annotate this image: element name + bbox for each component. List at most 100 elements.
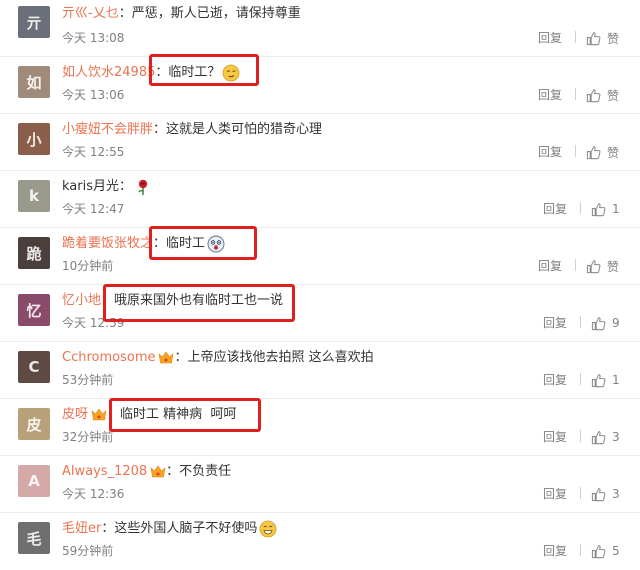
like-count: 9	[612, 316, 620, 330]
comment-row: 小 小瘦妞不会胖胖：这就是人类可怕的猎奇心理 今天 12:55 回复 赞	[0, 114, 640, 171]
like-button[interactable]: 5	[591, 542, 620, 560]
avatar-image: 小	[18, 123, 50, 155]
thumbs-up-icon	[591, 430, 606, 444]
comment-time: 今天 12:47	[62, 202, 125, 216]
comment-text: 严惩，斯人已逝，请保持尊重	[131, 6, 301, 21]
reply-button[interactable]: 回复	[543, 315, 567, 331]
action-divider	[575, 259, 576, 271]
action-divider	[580, 544, 581, 556]
grin-sweat-emoji-icon	[259, 520, 277, 538]
avatar[interactable]: A	[18, 465, 50, 497]
comment-list: 亓 亓巛-乂乜：严惩，斯人已逝，请保持尊重 今天 13:08 回复 赞 如 如人…	[0, 0, 640, 567]
username-link[interactable]: Cchromosome	[62, 348, 155, 368]
action-divider	[575, 145, 576, 157]
username-link[interactable]: 亓巛-乂乜	[62, 4, 119, 24]
vip-badge-icon	[159, 351, 174, 364]
like-button[interactable]: 9	[591, 314, 620, 332]
username-link[interactable]: 如人饮水24985	[62, 63, 155, 83]
avatar[interactable]: k	[18, 180, 50, 212]
shocked-emoji-icon	[207, 235, 225, 253]
username-link[interactable]: 毛妞er	[62, 519, 101, 539]
comment-row: 跪 跪着要饭张牧之：临时工 10分钟前 回复 赞	[0, 228, 640, 285]
comment-text: 临时工？	[168, 65, 221, 80]
colon-separator: ：	[119, 179, 133, 194]
avatar[interactable]: 毛	[18, 522, 50, 554]
avatar[interactable]: 跪	[18, 237, 50, 269]
comment-row: 亓 亓巛-乂乜：严惩，斯人已逝，请保持尊重 今天 13:08 回复 赞	[0, 0, 640, 57]
avatar[interactable]: C	[18, 351, 50, 383]
thumbs-up-icon	[591, 316, 606, 330]
username-link[interactable]: 皮呀	[62, 405, 88, 425]
username-link[interactable]: 忆小地	[62, 291, 101, 311]
like-button[interactable]: 3	[591, 428, 620, 446]
like-button[interactable]: 1	[591, 371, 620, 389]
comment-time: 今天 13:06	[62, 88, 125, 102]
reply-button[interactable]: 回复	[538, 30, 562, 46]
comment-row: A Always_1208 ：不负责任 今天 12:36 回复 3	[0, 456, 640, 513]
like-button[interactable]: 赞	[586, 86, 619, 104]
like-button[interactable]: 赞	[586, 143, 619, 161]
username-link[interactable]: 小瘦妞不会胖胖	[62, 120, 153, 140]
action-divider	[580, 430, 581, 442]
comment-row: k karis月光： 今天 12:47 回复 1	[0, 171, 640, 228]
comment-line: 跪着要饭张牧之：临时工	[62, 234, 622, 254]
reply-button[interactable]: 回复	[538, 144, 562, 160]
thumbs-up-icon	[591, 487, 606, 501]
colon-separator: ：	[101, 293, 115, 308]
like-label: 赞	[607, 88, 620, 103]
comment-time: 今天 12:59	[62, 316, 125, 330]
avatar-image: k	[18, 180, 50, 212]
reply-button[interactable]: 回复	[543, 429, 567, 445]
comment-text: 上帝应该找他去拍照 这么喜欢拍	[187, 350, 374, 365]
comment-text: 这些外国人脑子不好使吗	[114, 521, 258, 536]
action-divider	[580, 202, 581, 214]
reply-button[interactable]: 回复	[543, 543, 567, 559]
avatar[interactable]: 皮	[18, 408, 50, 440]
reply-button[interactable]: 回复	[538, 258, 562, 274]
comment-line: 小瘦妞不会胖胖：这就是人类可怕的猎奇心理	[62, 120, 622, 140]
like-button[interactable]: 赞	[586, 29, 619, 47]
username-link[interactable]: Always_1208	[62, 462, 147, 482]
comment-row: 皮 皮呀 ：临时工 精神病 呵呵 32分钟前 回复 3	[0, 399, 640, 456]
comment-text: 不负责任	[179, 464, 232, 479]
comment-line: karis月光：	[62, 177, 622, 197]
comment-time: 今天 12:36	[62, 487, 125, 501]
reply-button[interactable]: 回复	[543, 486, 567, 502]
reply-button[interactable]: 回复	[543, 372, 567, 388]
comment-line: 皮呀 ：临时工 精神病 呵呵	[62, 405, 622, 425]
avatar-image: 亓	[18, 6, 50, 38]
colon-separator: ：	[101, 521, 115, 536]
reply-button[interactable]: 回复	[543, 201, 567, 217]
like-count: 5	[612, 544, 620, 558]
username-link[interactable]: karis月光	[62, 177, 119, 197]
avatar[interactable]: 小	[18, 123, 50, 155]
comment-time: 53分钟前	[62, 373, 114, 387]
avatar-image: 毛	[18, 522, 50, 554]
thumbs-up-icon	[591, 202, 606, 216]
comment-text: 这就是人类可怕的猎奇心理	[166, 122, 323, 137]
avatar-image: 皮	[18, 408, 50, 440]
thumbs-up-icon	[586, 259, 601, 273]
comment-line: 忆小地：哦原来国外也有临时工也一说	[62, 291, 622, 311]
colon-separator: ：	[155, 65, 169, 80]
comment-line: Cchromosome ：上帝应该找他去拍照 这么喜欢拍	[62, 348, 622, 368]
comment-text: 哦原来国外也有临时工也一说	[114, 293, 284, 308]
comment-time: 32分钟前	[62, 430, 114, 444]
colon-separator: ：	[166, 464, 180, 479]
like-button[interactable]: 3	[591, 485, 620, 503]
avatar-image: C	[18, 351, 50, 383]
avatar[interactable]: 忆	[18, 294, 50, 326]
vip-badge-icon	[91, 408, 107, 421]
avatar[interactable]: 亓	[18, 6, 50, 38]
comment-row: 忆 忆小地：哦原来国外也有临时工也一说 今天 12:59 回复 9	[0, 285, 640, 342]
like-button[interactable]: 赞	[586, 257, 619, 275]
like-button[interactable]: 1	[591, 200, 620, 218]
vip-badge-icon	[150, 465, 166, 478]
thumbs-up-icon	[591, 373, 606, 387]
avatar-image: A	[18, 465, 50, 497]
username-link[interactable]: 跪着要饭张牧之	[62, 234, 153, 254]
smirk-emoji-icon	[222, 64, 240, 82]
avatar[interactable]: 如	[18, 66, 50, 98]
like-count: 3	[612, 430, 620, 444]
reply-button[interactable]: 回复	[538, 87, 562, 103]
